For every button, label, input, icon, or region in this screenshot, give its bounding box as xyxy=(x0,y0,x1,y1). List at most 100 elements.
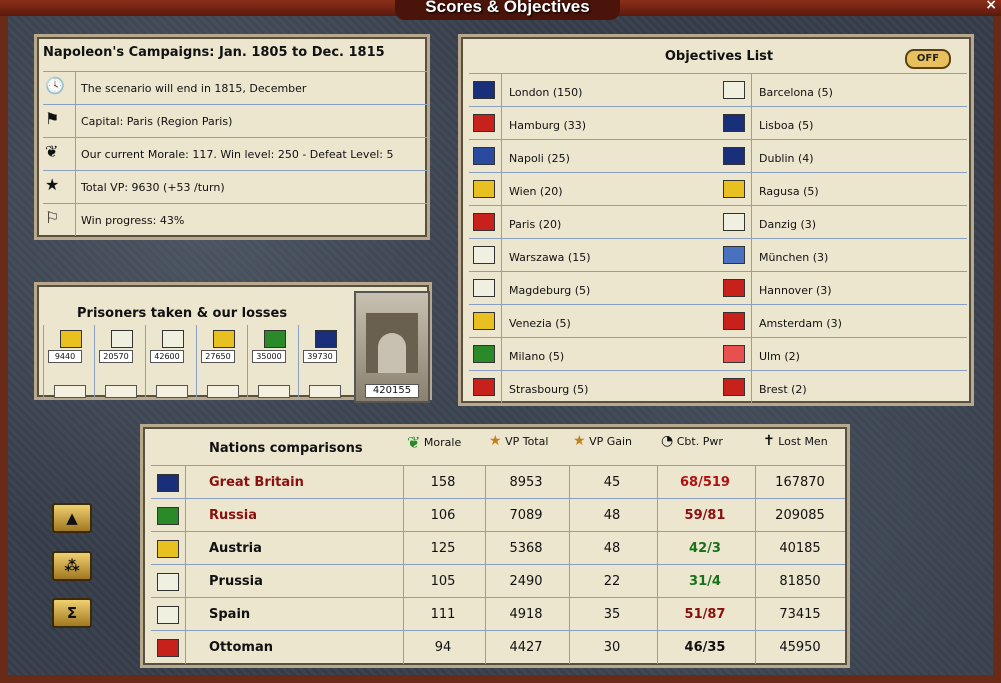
objective-item[interactable]: München (3) xyxy=(719,239,967,272)
objectives-row: Milano (5) Ulm (2) xyxy=(469,337,967,371)
objectives-row: Magdeburg (5) Hannover (3) xyxy=(469,271,967,305)
prisoners-column: 35000 xyxy=(247,325,299,398)
objective-item[interactable]: Ulm (2) xyxy=(719,338,967,371)
objective-label: Ragusa (5) xyxy=(759,185,819,198)
prisoners-value: 39730 xyxy=(303,350,337,363)
nations-comparison-panel: Nations comparisons ❦ Morale ★ VP Total … xyxy=(140,424,850,668)
prisoners-column: 20570 xyxy=(94,325,146,398)
objective-label: München (3) xyxy=(759,251,829,264)
flags-icon: ⚐ xyxy=(45,208,60,227)
objective-item[interactable]: Milano (5) xyxy=(469,338,717,371)
scenario-title: Napoleon's Campaigns: Jan. 1805 to Dec. … xyxy=(43,45,385,60)
nation-flag-icon xyxy=(60,330,82,348)
nation-cbt-cell: 68/519 xyxy=(680,475,730,490)
objective-label: London (150) xyxy=(509,86,583,99)
objective-label: Warszawa (15) xyxy=(509,251,591,264)
cross-icon: ✝ xyxy=(763,433,775,449)
nation-row[interactable]: Great Britain 158 8953 45 68/519 167870 xyxy=(151,465,845,499)
nation-flag-icon xyxy=(723,81,745,99)
objective-item[interactable]: Brest (2) xyxy=(719,371,967,404)
objective-item[interactable]: Hamburg (33) xyxy=(469,107,717,140)
objective-item[interactable]: Wien (20) xyxy=(469,173,717,206)
nation-flag-icon xyxy=(723,180,745,198)
objective-item[interactable]: Lisboa (5) xyxy=(719,107,967,140)
prisoners-column: 39730 xyxy=(298,325,350,398)
close-button[interactable]: × xyxy=(985,0,997,13)
losses-value-box xyxy=(309,385,341,398)
medal-plus-icon: ★ xyxy=(573,433,586,449)
nation-lost-cell: 81850 xyxy=(779,574,821,589)
prisoners-title: Prisoners taken & our losses xyxy=(77,306,288,321)
losses-value-box xyxy=(54,385,86,398)
objective-item[interactable]: Strasbourg (5) xyxy=(469,371,717,404)
nation-flag-icon xyxy=(157,474,179,492)
nation-vp-total-cell: 4427 xyxy=(509,640,543,655)
nation-vp-total-cell: 7089 xyxy=(509,508,543,523)
nation-lost-cell: 73415 xyxy=(779,607,821,622)
nation-row[interactable]: Spain 111 4918 35 51/87 73415 xyxy=(151,597,845,631)
objective-item[interactable]: Magdeburg (5) xyxy=(469,272,717,305)
nation-morale-cell: 105 xyxy=(430,574,456,589)
nation-flag-icon xyxy=(473,180,495,198)
units-button[interactable]: ⁂ xyxy=(52,551,92,581)
objective-item[interactable]: London (150) xyxy=(469,74,717,107)
nation-lost-cell: 40185 xyxy=(779,541,821,556)
objective-item[interactable]: Paris (20) xyxy=(469,206,717,239)
scenario-info-row: ❦ Our current Morale: 117. Win level: 250… xyxy=(43,137,427,170)
laurel-icon: ❦ xyxy=(45,142,59,161)
objective-label: Ulm (2) xyxy=(759,350,800,363)
nation-row[interactable]: Russia 106 7089 48 59/81 209085 xyxy=(151,498,845,532)
nation-flag-icon xyxy=(157,540,179,558)
nation-row[interactable]: Austria 125 5368 48 42/3 40185 xyxy=(151,531,845,565)
nation-name: Great Britain xyxy=(209,475,304,490)
prisoners-column: 42600 xyxy=(145,325,197,398)
objective-label: Danzig (3) xyxy=(759,218,817,231)
tent-button[interactable]: ▲ xyxy=(52,503,92,533)
nation-flag-icon xyxy=(723,114,745,132)
nation-flag-icon xyxy=(723,279,745,297)
objective-item[interactable]: Dublin (4) xyxy=(719,140,967,173)
window-title: Scores & Objectives xyxy=(425,0,590,16)
vp-gain-header: ★ VP Gain xyxy=(573,433,633,449)
sum-button[interactable]: Σ xyxy=(52,598,92,628)
nation-lost-cell: 167870 xyxy=(775,475,825,490)
objective-item[interactable]: Ragusa (5) xyxy=(719,173,967,206)
objectives-row: Warszawa (15) München (3) xyxy=(469,238,967,272)
objective-item[interactable]: Napoli (25) xyxy=(469,140,717,173)
objective-item[interactable]: Hannover (3) xyxy=(719,272,967,305)
nation-row[interactable]: Prussia 105 2490 22 31/4 81850 xyxy=(151,564,845,598)
nation-flag-icon xyxy=(473,246,495,264)
nation-vp-total-cell: 4918 xyxy=(509,607,543,622)
objective-item[interactable]: Amsterdam (3) xyxy=(719,305,967,338)
objective-label: Paris (20) xyxy=(509,218,562,231)
medal-icon: ★ xyxy=(489,433,502,449)
objectives-title: Objectives List xyxy=(664,49,774,64)
nation-flag-icon xyxy=(157,573,179,591)
nation-flag-icon xyxy=(157,639,179,657)
nation-flag-icon xyxy=(473,114,495,132)
objectives-toggle-button[interactable]: OFF xyxy=(905,49,951,69)
lost-men-header: ✝ Lost Men xyxy=(763,433,828,449)
nation-flag-icon xyxy=(213,330,235,348)
laurel-icon: ❦ xyxy=(407,433,421,452)
prisoners-value: 35000 xyxy=(252,350,286,363)
nation-flag-icon xyxy=(264,330,286,348)
vp-total-header: ★ VP Total xyxy=(489,433,549,449)
capital-flag-icon: ⚑ xyxy=(45,109,60,128)
objectives-panel: Objectives List OFF London (150) Barcelon… xyxy=(458,34,974,406)
objective-item[interactable]: Barcelona (5) xyxy=(719,74,967,107)
nation-lost-cell: 209085 xyxy=(775,508,825,523)
objective-label: Lisboa (5) xyxy=(759,119,814,132)
scenario-info-row: ⚐ Win progress: 43% xyxy=(43,203,427,236)
prisoners-value: 9440 xyxy=(48,350,82,363)
prisoners-column: 9440 xyxy=(43,325,95,398)
nation-flag-icon xyxy=(315,330,337,348)
objective-item[interactable]: Venezia (5) xyxy=(469,305,717,338)
prisoners-column: 27650 xyxy=(196,325,248,398)
objective-item[interactable]: Danzig (3) xyxy=(719,206,967,239)
objective-label: Hamburg (33) xyxy=(509,119,587,132)
nation-row[interactable]: Ottoman 94 4427 30 46/35 45950 xyxy=(151,630,845,664)
objective-label: Dublin (4) xyxy=(759,152,814,165)
objective-item[interactable]: Warszawa (15) xyxy=(469,239,717,272)
nation-name: Austria xyxy=(209,541,262,556)
